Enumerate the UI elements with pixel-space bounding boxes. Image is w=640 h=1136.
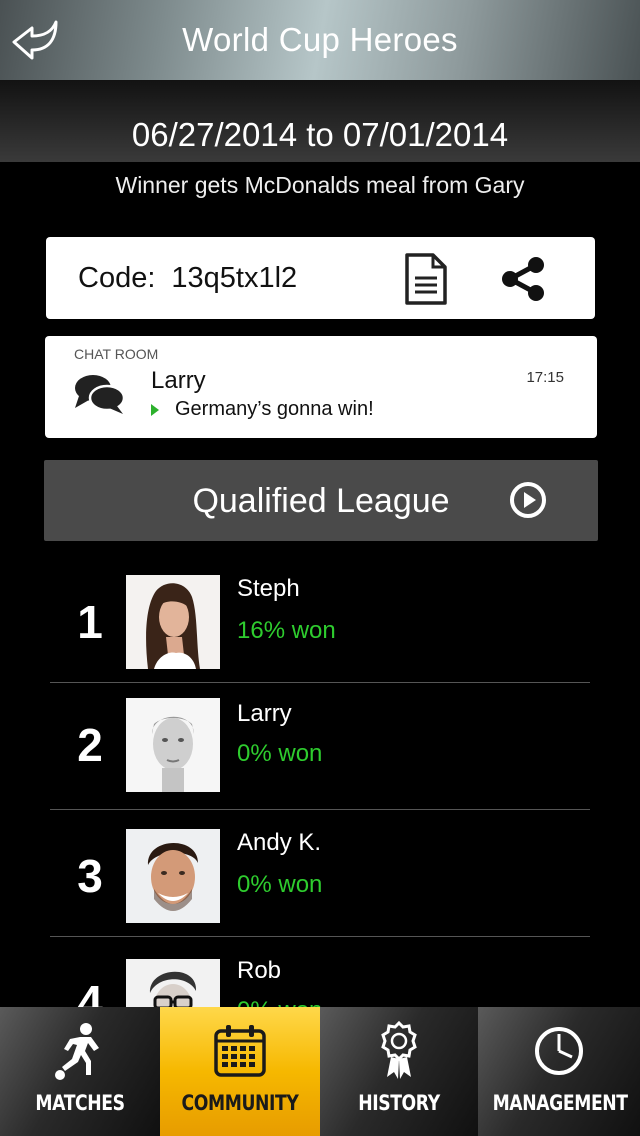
message-arrow-icon (151, 403, 159, 416)
tab-label: MATCHES (35, 1091, 125, 1115)
rank-number: 3 (77, 850, 103, 902)
soccer-player-icon (55, 1023, 99, 1080)
avatar (126, 575, 220, 669)
tab-label: MANAGEMENT (492, 1091, 628, 1115)
league-code-card: Code: 13q5tx1l2 (46, 237, 595, 319)
back-arrow-icon (12, 20, 58, 60)
chat-username: Larry (151, 367, 206, 394)
copy-document-button[interactable] (402, 252, 450, 306)
chat-room-caption: CHAT ROOM (74, 346, 159, 362)
player-name: Larry (237, 700, 292, 727)
tab-label: HISTORY (358, 1091, 440, 1115)
bottom-tab-bar: MATCHES COMMUNITY HISTORY MANAGEMENT (0, 1007, 640, 1136)
document-icon (405, 253, 447, 305)
tab-history[interactable]: HISTORY (320, 1007, 478, 1136)
code-value: 13q5tx1l2 (171, 261, 298, 294)
avatar (126, 698, 220, 792)
player-name: Andy K. (237, 829, 322, 856)
ranking-row[interactable]: 3 Andy K. 0% won (50, 809, 590, 937)
chat-room-card[interactable]: CHAT ROOM Larry 17:15 Germany’s gonna wi… (45, 336, 597, 438)
tab-management[interactable]: MANAGEMENT (478, 1007, 640, 1136)
chat-timestamp: 17:15 (526, 369, 564, 386)
tab-matches[interactable]: MATCHES (0, 1007, 160, 1136)
player-win-pct: 0% won (237, 740, 323, 767)
share-button[interactable] (500, 256, 546, 302)
back-button[interactable] (10, 18, 62, 64)
rank-number: 2 (77, 719, 103, 771)
header-bar: World Cup Heroes (0, 0, 640, 80)
play-circle-icon (510, 482, 546, 518)
ranking-row[interactable]: 2 Larry 0% won (50, 682, 590, 810)
share-icon (502, 257, 544, 301)
player-name: Steph (237, 575, 300, 602)
tab-community[interactable]: COMMUNITY (160, 1007, 320, 1136)
chat-bubbles-icon (75, 375, 126, 414)
award-ribbon-icon (381, 1021, 417, 1079)
league-code: Code: 13q5tx1l2 (78, 262, 297, 295)
chat-message: Germany’s gonna win! (151, 398, 374, 421)
clock-icon (535, 1027, 583, 1075)
ranking-row[interactable]: 1 Steph 16% won (50, 555, 590, 683)
player-win-pct: 16% won (237, 617, 336, 644)
player-name: Rob (237, 957, 282, 984)
league-dates: 06/27/2014 to 07/01/2014 (131, 116, 509, 153)
league-title-bar[interactable]: Qualified League (44, 460, 598, 541)
rank-number: 1 (77, 596, 103, 648)
tab-label: COMMUNITY (181, 1091, 299, 1115)
code-label: Code: (78, 261, 156, 294)
calendar-icon (214, 1025, 266, 1077)
player-win-pct: 0% won (237, 871, 323, 898)
page-title: World Cup Heroes (182, 21, 458, 58)
chat-message-text: Germany’s gonna win! (175, 398, 374, 420)
league-prize: Winner gets McDonalds meal from Gary (115, 172, 525, 198)
avatar (126, 829, 220, 923)
